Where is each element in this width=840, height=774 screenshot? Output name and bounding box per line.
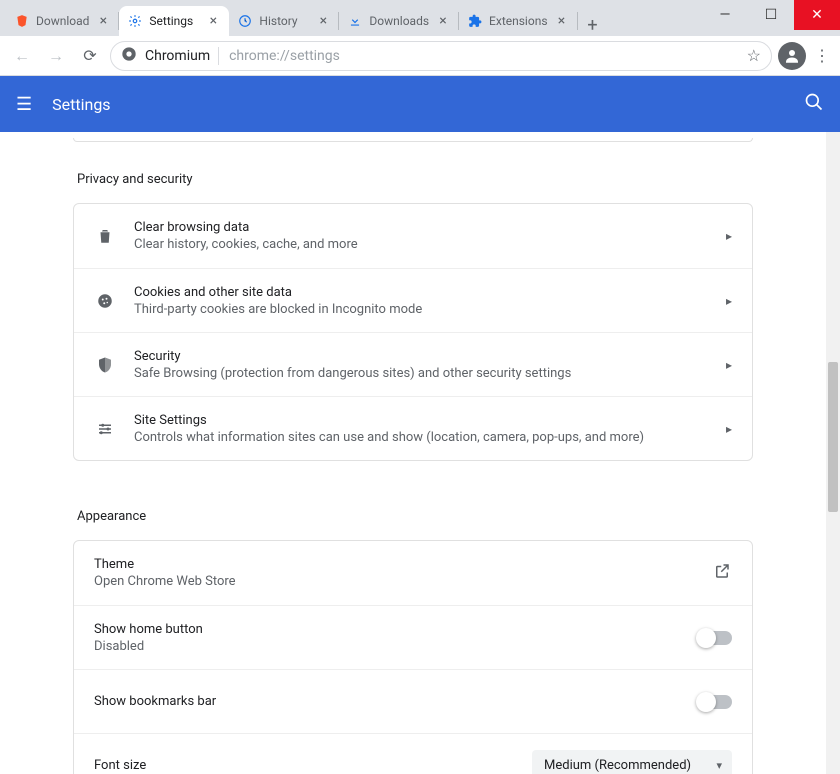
tab-label: History — [259, 14, 309, 28]
font-size-dropdown[interactable]: Medium (Recommended) — [532, 750, 732, 774]
omnibox-app-label: Chromium — [145, 48, 210, 64]
section-title-appearance: Appearance — [77, 509, 753, 524]
chevron-right-icon: ▸ — [726, 229, 732, 243]
scrollbar-thumb[interactable] — [828, 362, 838, 512]
settings-content: Privacy and security Clear browsing data… — [0, 132, 826, 774]
reload-button[interactable]: ⟳ — [76, 42, 104, 70]
row-subtitle: Controls what information sites can use … — [134, 430, 708, 445]
tab-label: Settings — [149, 14, 199, 28]
bookmark-star-icon[interactable]: ☆ — [747, 46, 761, 65]
row-title: Show bookmarks bar — [94, 694, 680, 709]
row-title: Show home button — [94, 622, 680, 637]
row-site-settings[interactable]: Site Settings Controls what information … — [74, 396, 752, 460]
omnibox-url: chrome://settings — [218, 47, 346, 65]
row-subtitle: Disabled — [94, 639, 680, 654]
row-security[interactable]: Security Safe Browsing (protection from … — [74, 332, 752, 396]
section-title-privacy: Privacy and security — [77, 172, 753, 187]
chevron-right-icon: ▸ — [726, 358, 732, 372]
menu-button[interactable]: ⋮ — [812, 46, 832, 65]
back-button[interactable]: ← — [8, 42, 36, 70]
forward-button[interactable]: → — [42, 42, 70, 70]
appearance-card: Theme Open Chrome Web Store Show home bu… — [73, 540, 753, 774]
close-icon[interactable]: × — [435, 13, 451, 29]
scrollbar-track[interactable] — [826, 132, 840, 774]
page-title: Settings — [52, 95, 784, 114]
tab-label: Extensions — [489, 14, 547, 28]
close-icon[interactable]: × — [95, 13, 111, 29]
download-icon — [347, 13, 363, 29]
row-title: Cookies and other site data — [134, 285, 708, 300]
tab-settings[interactable]: Settings × — [119, 6, 229, 36]
row-title: Site Settings — [134, 413, 708, 428]
tab-history[interactable]: History × — [229, 6, 339, 36]
bookmarks-bar-toggle[interactable] — [698, 695, 732, 709]
sliders-icon — [94, 420, 116, 438]
row-show-home-button: Show home button Disabled — [74, 605, 752, 669]
brave-icon — [14, 13, 30, 29]
row-subtitle: Clear history, cookies, cache, and more — [134, 237, 708, 252]
trash-icon — [94, 227, 116, 245]
tab-download[interactable]: Download × — [6, 6, 119, 36]
row-clear-browsing-data[interactable]: Clear browsing data Clear history, cooki… — [74, 204, 752, 268]
new-tab-button[interactable]: + — [578, 15, 608, 36]
row-cookies[interactable]: Cookies and other site data Third-party … — [74, 268, 752, 332]
row-subtitle: Third-party cookies are blocked in Incog… — [134, 302, 708, 317]
close-icon[interactable]: × — [315, 13, 331, 29]
browser-toolbar: ← → ⟳ Chromium chrome://settings ☆ ⋮ — [0, 36, 840, 76]
window-maximize-button[interactable]: ☐ — [748, 0, 794, 30]
row-font-size: Font size Medium (Recommended) — [74, 733, 752, 774]
tab-label: Downloads — [369, 14, 429, 28]
row-show-bookmarks-bar: Show bookmarks bar — [74, 669, 752, 733]
search-icon[interactable] — [804, 92, 824, 117]
history-icon — [237, 13, 253, 29]
row-title: Clear browsing data — [134, 220, 708, 235]
external-link-icon — [712, 562, 732, 585]
close-icon[interactable]: × — [205, 13, 221, 29]
profile-avatar[interactable] — [778, 42, 806, 70]
privacy-card: Clear browsing data Clear history, cooki… — [73, 203, 753, 461]
tab-label: Download — [36, 14, 89, 28]
chromium-icon — [121, 46, 137, 66]
puzzle-icon — [467, 13, 483, 29]
home-button-toggle[interactable] — [698, 631, 732, 645]
row-title: Font size — [94, 758, 514, 773]
cookie-icon — [94, 292, 116, 310]
window-minimize-button[interactable]: — — [702, 0, 748, 30]
omnibox[interactable]: Chromium chrome://settings ☆ — [110, 41, 772, 71]
tab-extensions[interactable]: Extensions × — [459, 6, 577, 36]
row-title: Security — [134, 349, 708, 364]
tab-downloads[interactable]: Downloads × — [339, 6, 459, 36]
chevron-right-icon: ▸ — [726, 422, 732, 436]
settings-header: ☰ Settings — [0, 76, 840, 132]
row-title: Theme — [94, 557, 694, 572]
close-icon[interactable]: × — [554, 13, 570, 29]
gear-icon — [127, 13, 143, 29]
row-theme[interactable]: Theme Open Chrome Web Store — [74, 541, 752, 605]
row-subtitle: Safe Browsing (protection from dangerous… — [134, 366, 708, 381]
dropdown-value: Medium (Recommended) — [544, 758, 691, 773]
hamburger-icon[interactable]: ☰ — [16, 94, 32, 115]
row-subtitle: Open Chrome Web Store — [94, 574, 694, 589]
shield-icon — [94, 356, 116, 374]
previous-card-edge — [73, 138, 753, 142]
window-close-button[interactable]: ✕ — [794, 0, 840, 30]
chevron-right-icon: ▸ — [726, 294, 732, 308]
